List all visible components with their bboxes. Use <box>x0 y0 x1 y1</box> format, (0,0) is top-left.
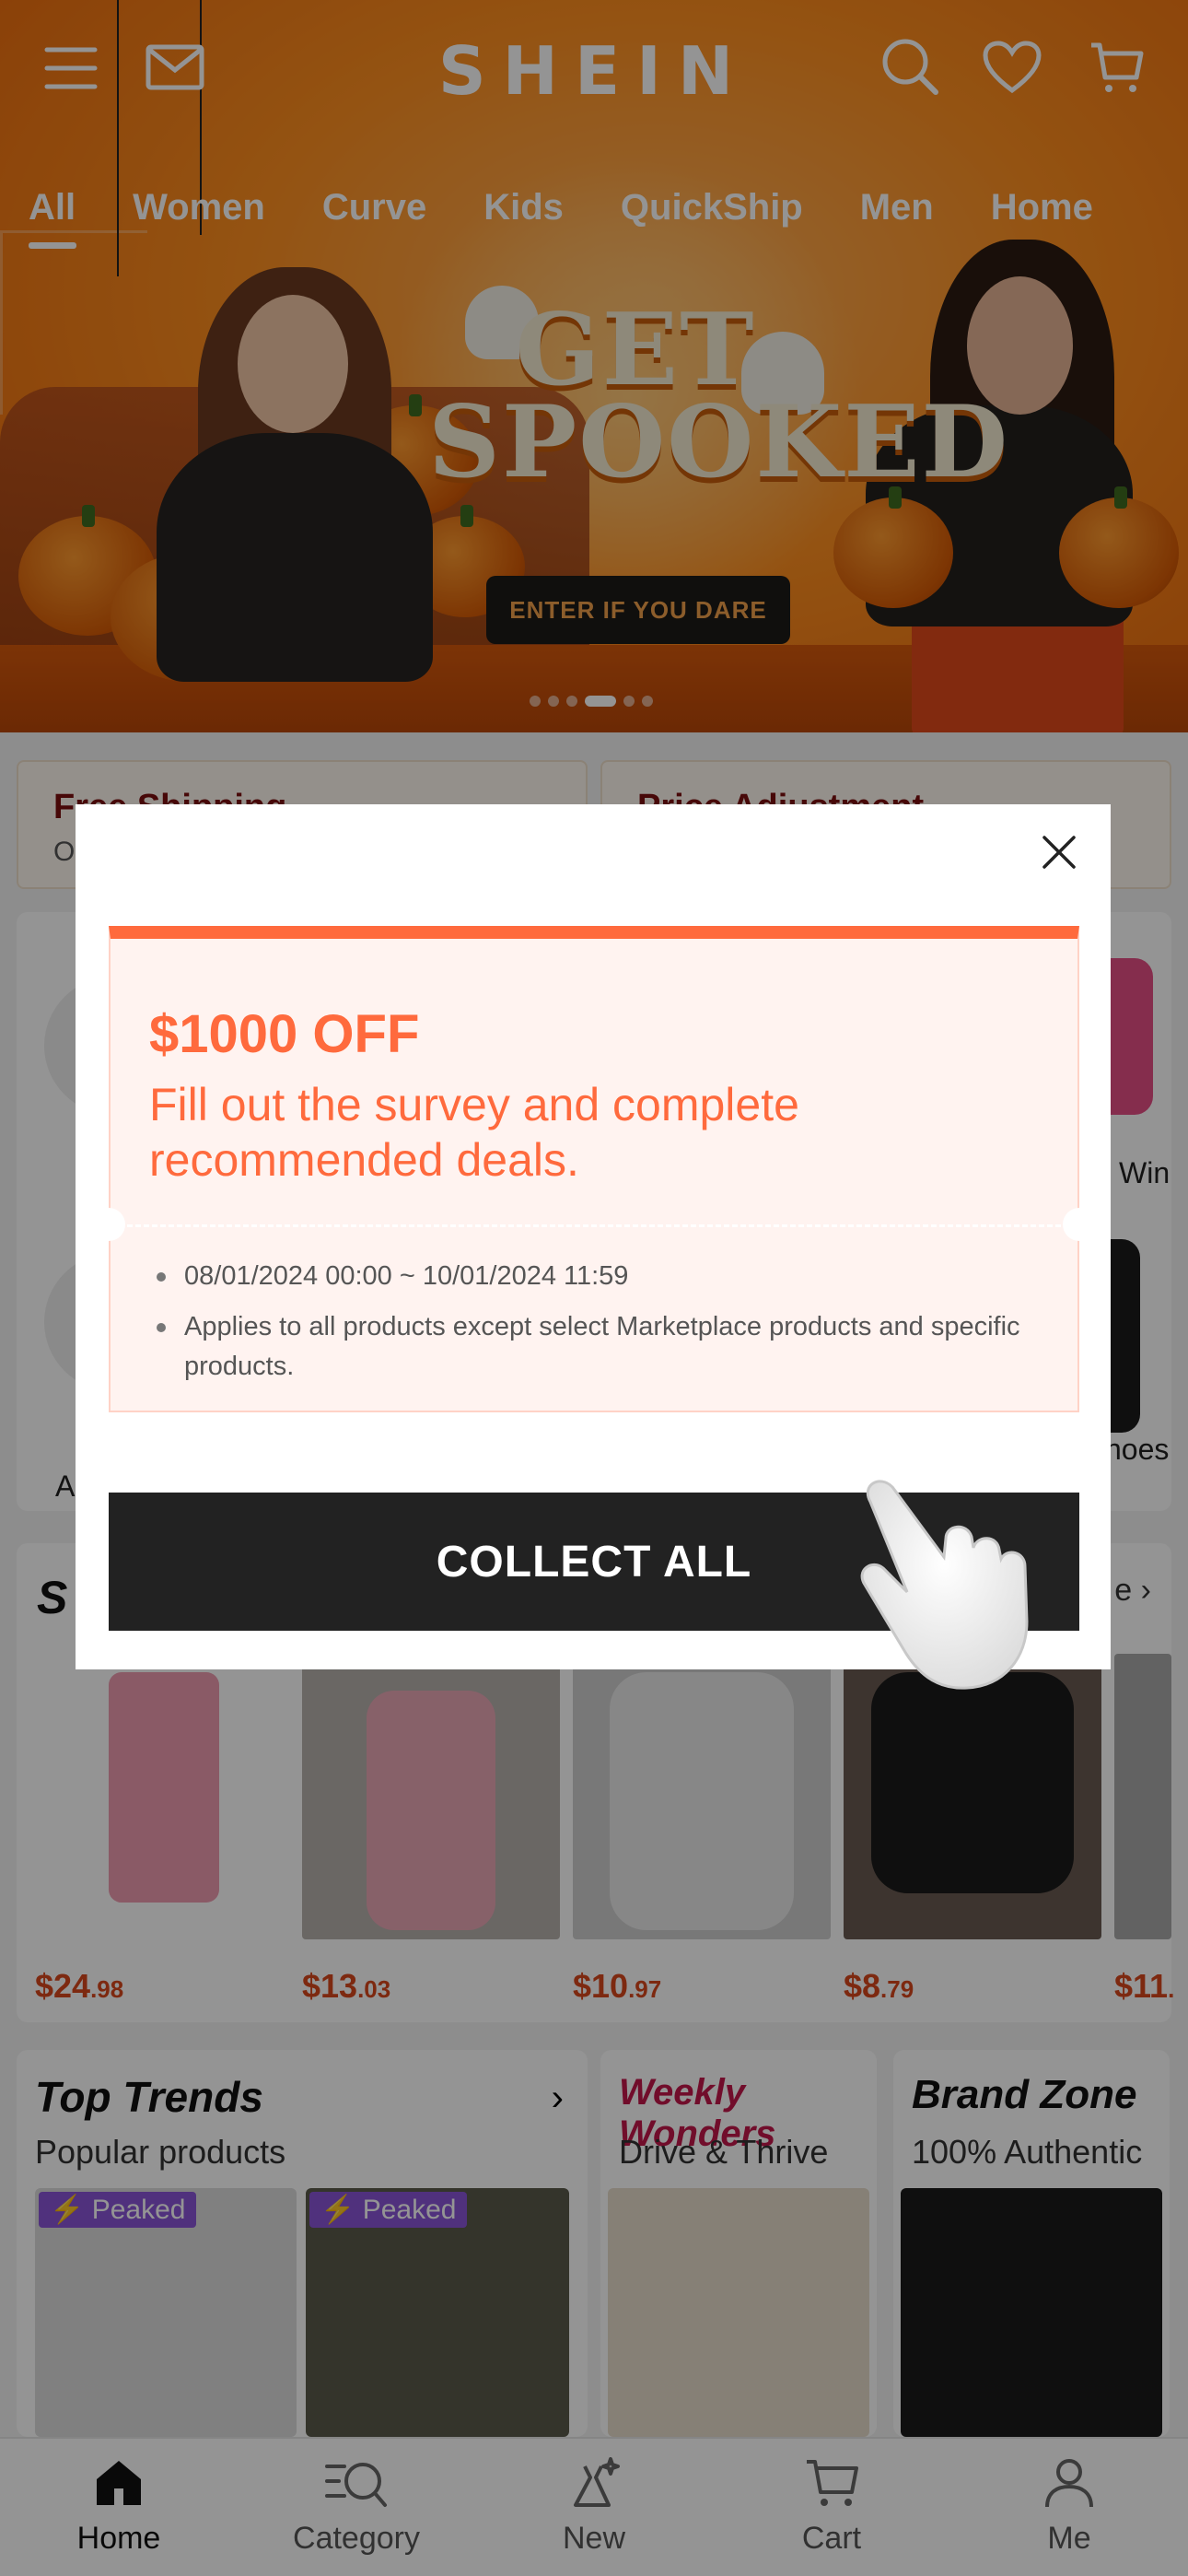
app-screen: GET SPOOKED ENTER IF YOU DARE SHEIN All … <box>0 0 1188 2576</box>
collect-all-button[interactable]: COLLECT ALL <box>109 1493 1079 1631</box>
bullet-icon <box>157 1323 166 1332</box>
coupon-rule: Applies to all products except select Ma… <box>157 1307 1022 1387</box>
coupon-description: Fill out the survey and complete recomme… <box>149 1079 799 1186</box>
rule-text: Applies to all products except select Ma… <box>184 1312 1020 1381</box>
coupon-divider <box>111 1224 1077 1227</box>
close-icon <box>1041 834 1077 875</box>
rule-text: 08/01/2024 00:00 ~ 10/01/2024 11:59 <box>184 1261 629 1291</box>
coupon-card: $1000 OFF Fill out the survey and comple… <box>92 926 1096 1412</box>
coupon-rules: 08/01/2024 00:00 ~ 10/01/2024 11:59 Appl… <box>157 1257 1022 1398</box>
coupon-amount: $1000 OFF <box>149 1004 420 1064</box>
close-button[interactable] <box>1026 821 1092 887</box>
coupon-modal: $1000 OFF Fill out the survey and comple… <box>76 804 1111 1669</box>
coupon-rule: 08/01/2024 00:00 ~ 10/01/2024 11:59 <box>157 1257 1022 1296</box>
bullet-icon <box>157 1272 166 1282</box>
